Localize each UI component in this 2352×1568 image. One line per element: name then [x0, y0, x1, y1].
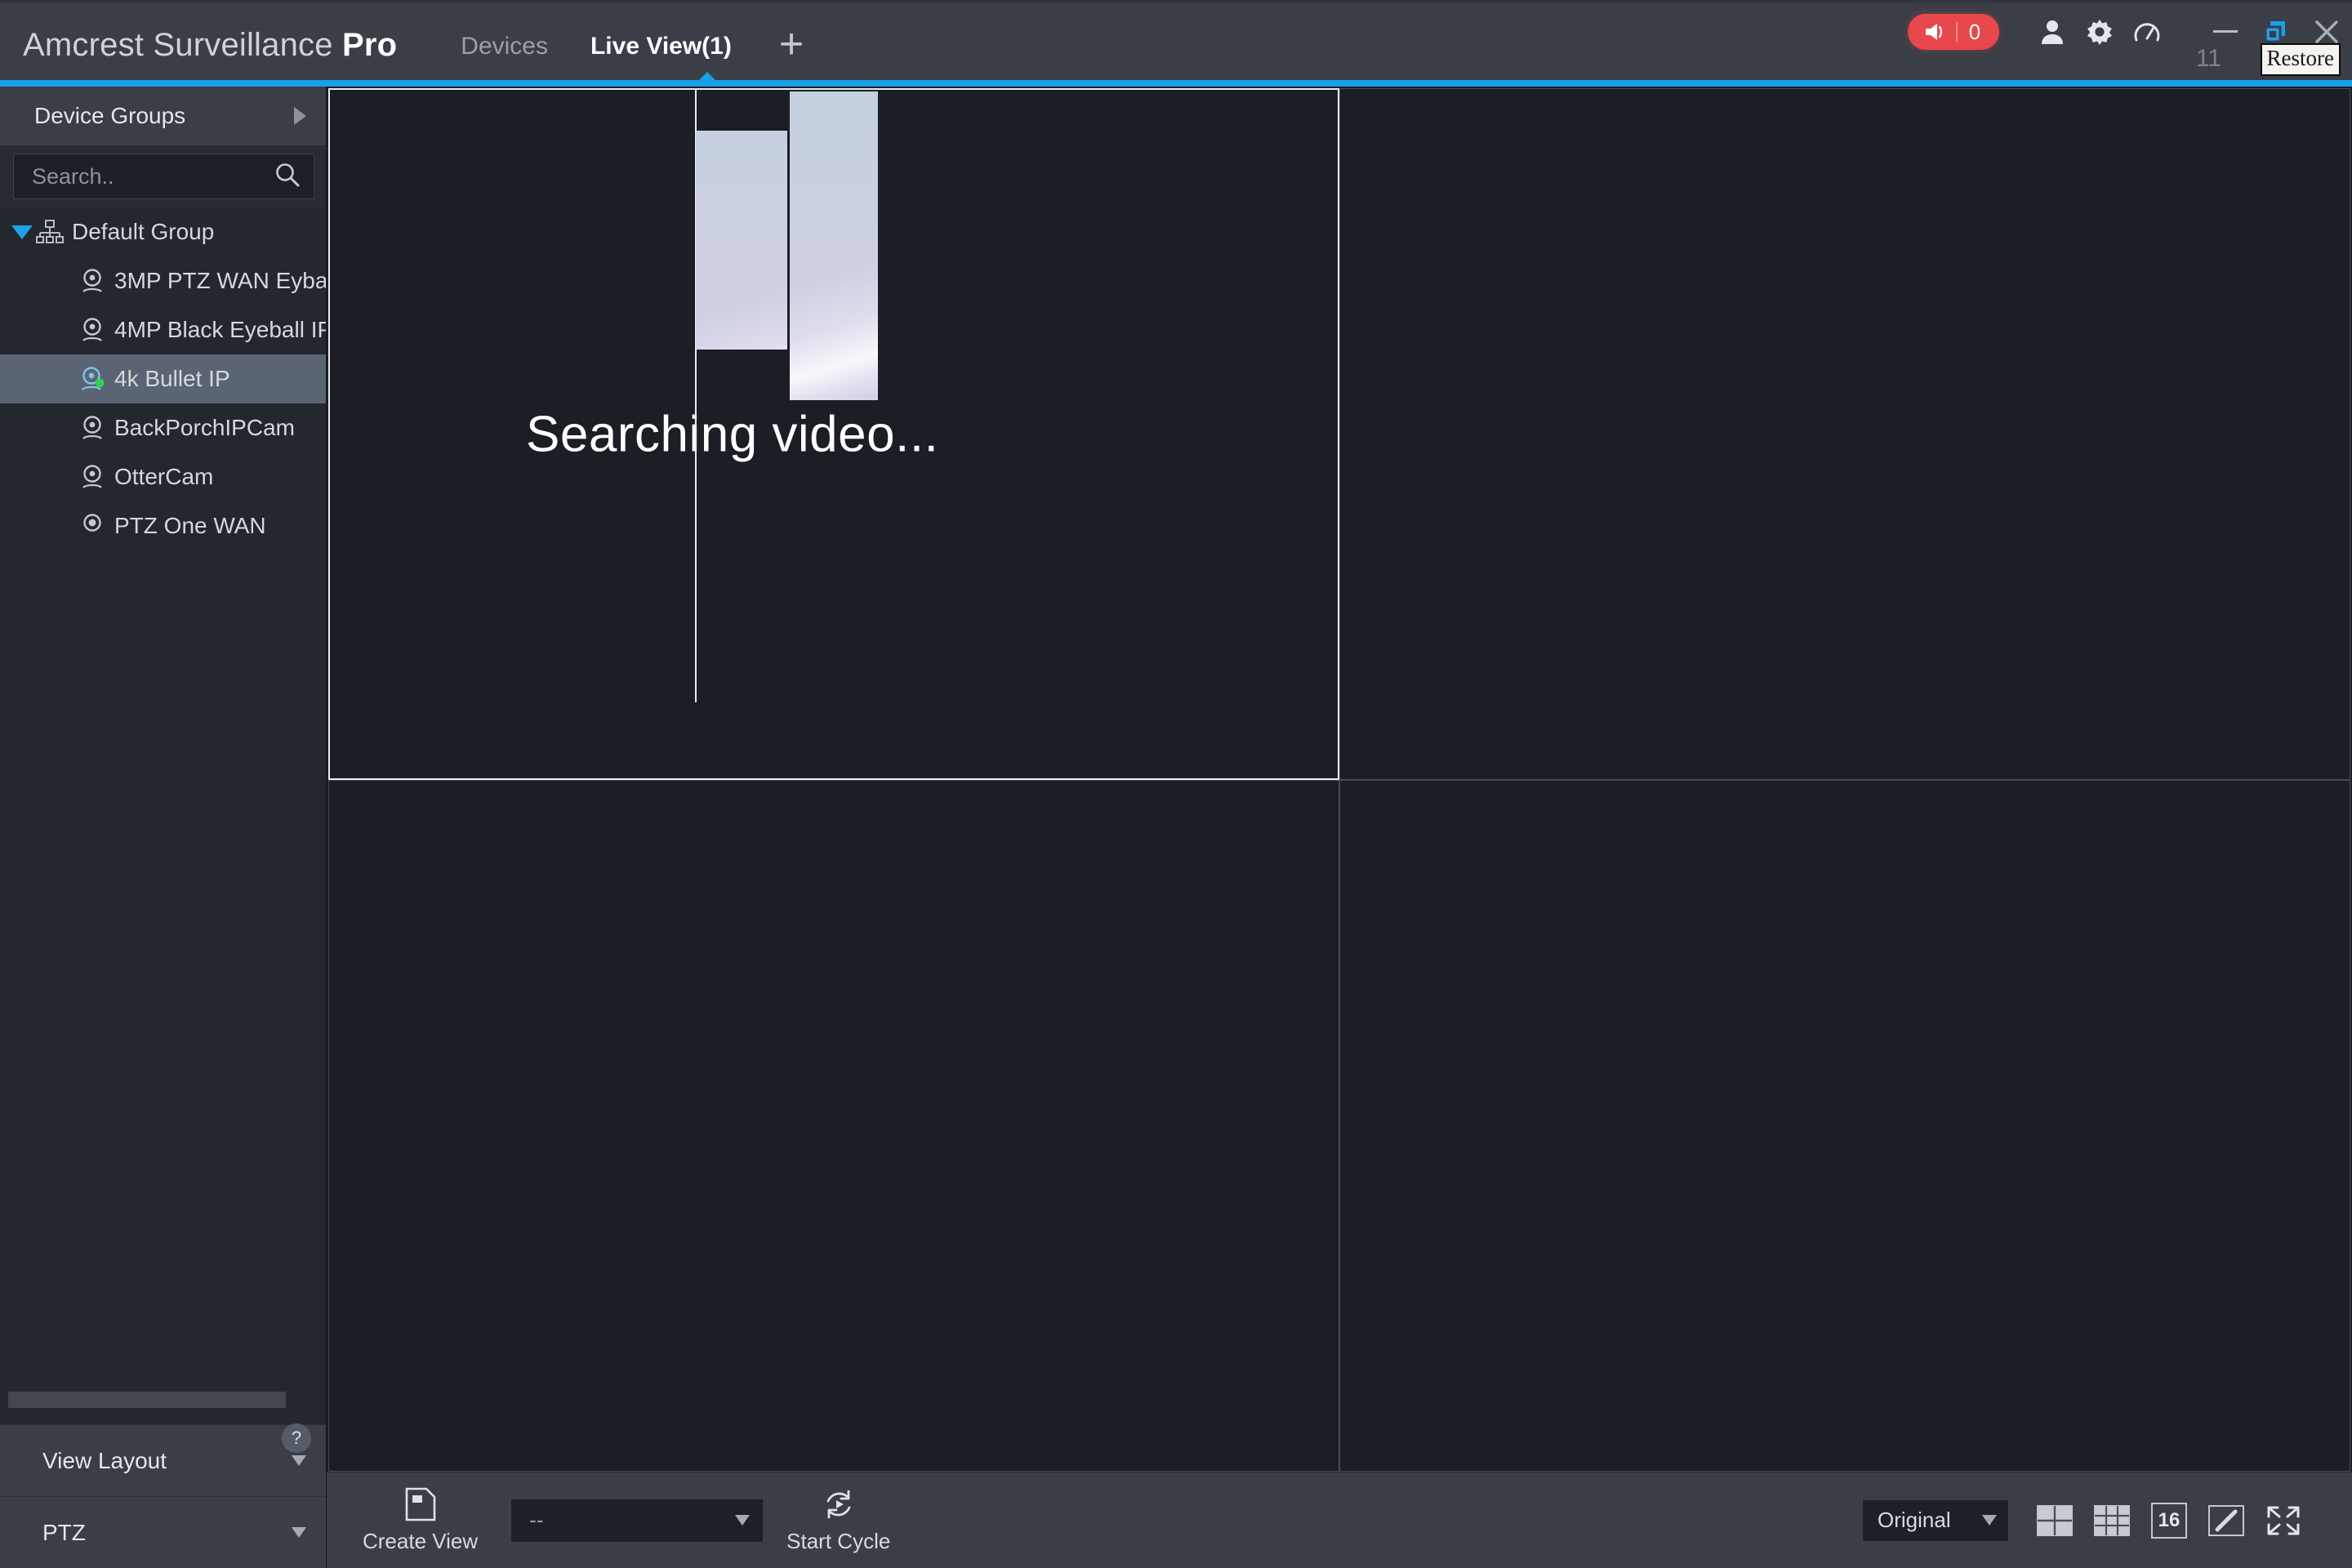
user-icon[interactable] [2029, 12, 2076, 51]
device-item-0[interactable]: 3MP PTZ WAN Eyba [0, 256, 326, 305]
group-icon [36, 220, 64, 244]
app-title: Amcrest Surveillance Pro [23, 27, 397, 64]
wallpaper-artifact-strip-1 [696, 131, 787, 350]
app-title-bold: Pro [342, 27, 398, 63]
body-row: Device Groups Search.. Default Group 3MP… [0, 87, 2352, 1568]
create-view-label: Create View [363, 1528, 479, 1553]
video-area: Searching video... Create View -- Start … [327, 87, 2352, 1568]
alarm-divider [1955, 22, 1958, 42]
layout-9-grid-icon[interactable] [2094, 1503, 2130, 1539]
device-item-3[interactable]: BackPorchIPCam [0, 403, 326, 452]
device-label: 4MP Black Eyeball IP [114, 317, 326, 342]
device-label: OtterCam [114, 464, 214, 489]
search-box[interactable] [13, 154, 314, 199]
sidebar: Device Groups Search.. Default Group 3MP… [0, 87, 327, 1568]
fullscreen-icon[interactable] [2265, 1503, 2301, 1539]
caret-down-icon[interactable] [8, 225, 36, 239]
accent-bar [0, 72, 2352, 87]
video-grid: Searching video... [327, 87, 2352, 1472]
sidebar-horizontal-scrollbar[interactable] [0, 1387, 326, 1424]
chevron-down-icon[interactable] [735, 1515, 751, 1526]
alarm-count: 0 [1968, 19, 1981, 44]
tab-bar: Devices Live View(1) + [439, 23, 822, 82]
ptz-label: PTZ [42, 1519, 86, 1545]
bottom-toolbar: Create View -- Start Cycle Original 16 [327, 1472, 2352, 1568]
camera-icon [78, 513, 106, 539]
video-cell-0[interactable]: Searching video... [328, 88, 1339, 780]
camera-icon [78, 317, 106, 343]
device-item-5[interactable]: PTZ One WAN [0, 501, 326, 550]
create-view-button[interactable]: Create View [363, 1487, 478, 1554]
device-label: BackPorchIPCam [114, 415, 295, 440]
app-title-normal: Amcrest Surveillance [23, 27, 342, 63]
start-cycle-label: Start Cycle [786, 1528, 891, 1553]
camera-icon [78, 415, 106, 441]
device-tree: Default Group 3MP PTZ WAN Eyba 4MP Black… [0, 207, 326, 1387]
chevron-down-icon[interactable] [292, 1527, 306, 1538]
start-cycle-button[interactable]: Start Cycle [786, 1487, 890, 1554]
device-item-4[interactable]: OtterCam [0, 452, 326, 501]
title-bar: Amcrest Surveillance Pro Devices Live Vi… [0, 0, 2352, 80]
camera-online-icon [78, 366, 106, 392]
tab-live-view[interactable]: Live View(1) [569, 30, 753, 63]
wallpaper-artifact-strip-2 [790, 91, 878, 400]
app-window: Amcrest Surveillance Pro Devices Live Vi… [0, 0, 2352, 1568]
searching-video-text: Searching video... [526, 406, 939, 462]
accordion-ptz[interactable]: PTZ [0, 1496, 326, 1568]
toolbar-right-group: Original 16 [1862, 1499, 2323, 1542]
cycle-icon [822, 1487, 856, 1526]
gear-icon[interactable] [2076, 12, 2123, 51]
camera-icon [78, 268, 106, 294]
video-cell-1[interactable] [1339, 88, 2350, 780]
chevron-down-icon[interactable] [292, 1455, 306, 1466]
device-item-1[interactable]: 4MP Black Eyeball IP [0, 305, 326, 354]
video-cell-3[interactable] [1339, 780, 2350, 1472]
layout-edit-icon[interactable] [2208, 1503, 2244, 1539]
stream-quality-value: Original [1878, 1508, 1951, 1532]
scrollbar-thumb[interactable] [8, 1392, 286, 1408]
camera-icon [78, 464, 106, 490]
layout-16-label: 16 [2151, 1502, 2187, 1539]
chevron-right-icon[interactable] [294, 107, 306, 125]
device-item-2-selected[interactable]: 4k Bullet IP [0, 354, 326, 403]
help-icon[interactable]: ? [282, 1423, 311, 1453]
search-icon[interactable] [274, 162, 301, 192]
tree-group-default[interactable]: Default Group [0, 207, 326, 256]
device-label: 3MP PTZ WAN Eyba [114, 268, 326, 293]
speedometer-icon[interactable] [2123, 12, 2171, 51]
create-view-icon [404, 1487, 437, 1526]
device-groups-header[interactable]: Device Groups [0, 87, 326, 145]
search-container [0, 145, 326, 207]
group-label: Default Group [72, 219, 215, 244]
view-select-value: -- [529, 1508, 544, 1532]
tab-devices[interactable]: Devices [439, 30, 569, 63]
accordion-view-layout[interactable]: View Layout ? [0, 1423, 326, 1496]
device-label: 4k Bullet IP [114, 366, 230, 391]
view-layout-label: View Layout [42, 1447, 167, 1473]
device-label: PTZ One WAN [114, 513, 266, 538]
layout-16-grid-icon[interactable]: 16 [2151, 1502, 2187, 1539]
restore-tooltip: Restore [2260, 43, 2341, 76]
layout-4-grid-icon[interactable] [2037, 1503, 2073, 1539]
view-select[interactable]: -- [510, 1498, 764, 1543]
alarm-badge[interactable]: 0 [1908, 14, 1999, 50]
active-tab-notch [698, 72, 716, 81]
stream-quality-select[interactable]: Original [1862, 1499, 2009, 1542]
speaker-alarm-icon [1923, 21, 1948, 42]
search-input[interactable] [32, 163, 269, 189]
device-groups-title: Device Groups [34, 103, 186, 128]
chevron-down-icon[interactable] [1982, 1515, 1997, 1526]
add-tab-icon[interactable]: + [761, 23, 822, 65]
ghost-artifact-text: 11 [2195, 45, 2221, 72]
video-cell-2[interactable] [328, 780, 1339, 1472]
